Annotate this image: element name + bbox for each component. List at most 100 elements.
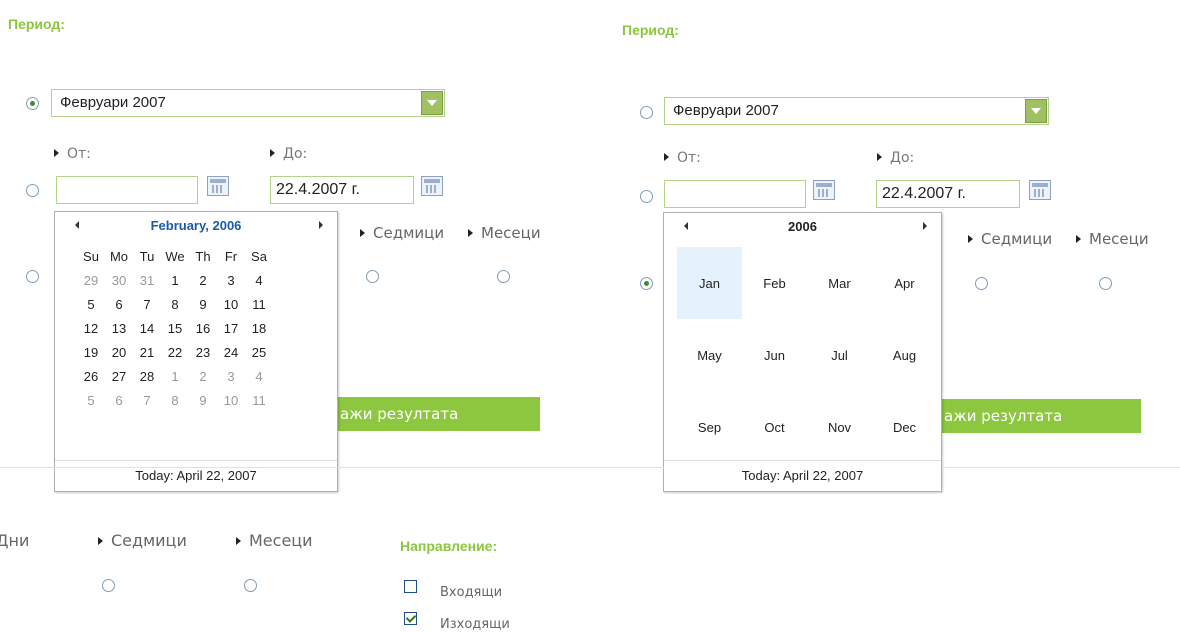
- period-range-radio[interactable]: [26, 184, 39, 197]
- period-range-radio[interactable]: [640, 190, 653, 203]
- divider: [0, 467, 664, 468]
- calendar-day[interactable]: 22: [161, 340, 189, 364]
- calendar-day[interactable]: 9: [189, 388, 217, 412]
- to-date-input[interactable]: 22.4.2007 г.: [876, 180, 1020, 208]
- calendar-day[interactable]: 31: [133, 268, 161, 292]
- calendar-day[interactable]: 16: [189, 316, 217, 340]
- group-days-radio[interactable]: [640, 277, 653, 290]
- chevron-down-icon[interactable]: [421, 91, 443, 115]
- period-month-select[interactable]: Февруари 2007: [51, 89, 445, 117]
- calendar-day[interactable]: 2: [189, 268, 217, 292]
- calendar-icon[interactable]: [813, 180, 835, 200]
- calendar-day[interactable]: 6: [105, 388, 133, 412]
- show-results-button[interactable]: ажи резултата: [938, 399, 1141, 433]
- to-date-input[interactable]: 22.4.2007 г.: [270, 176, 414, 204]
- to-label: До:: [877, 150, 914, 166]
- calendar-day[interactable]: 2: [189, 364, 217, 388]
- bullet-arrow-icon: [270, 149, 275, 157]
- calendar-day[interactable]: 9: [189, 292, 217, 316]
- month-picker-popup: 2006 Jan Feb Mar Apr May Jun Jul Aug Sep Oct Nov De…: [663, 212, 942, 492]
- incoming-checkbox[interactable]: [404, 580, 417, 593]
- calendar-day[interactable]: 7: [133, 292, 161, 316]
- calendar-icon[interactable]: [1029, 180, 1051, 200]
- calendar-day[interactable]: 5: [77, 388, 105, 412]
- calendar-month[interactable]: Feb: [742, 247, 807, 319]
- period-month-radio[interactable]: [26, 97, 39, 110]
- calendar-title[interactable]: February, 2006: [55, 218, 337, 233]
- calendar-month[interactable]: May: [677, 319, 742, 391]
- calendar-day[interactable]: 12: [77, 316, 105, 340]
- calendar-icon[interactable]: [207, 176, 229, 196]
- today-link[interactable]: Today: April 22, 2007: [55, 460, 337, 491]
- calendar-day[interactable]: 10: [217, 292, 245, 316]
- calendar-day[interactable]: 23: [189, 340, 217, 364]
- period-month-radio[interactable]: [640, 106, 653, 119]
- calendar-day[interactable]: 3: [217, 364, 245, 388]
- calendar-icon[interactable]: [421, 176, 443, 196]
- calendar-day[interactable]: 11: [245, 292, 273, 316]
- calendar-day[interactable]: 26: [77, 364, 105, 388]
- calendar-month[interactable]: Oct: [742, 391, 807, 463]
- calendar-day[interactable]: 15: [161, 316, 189, 340]
- period-month-select-value: Февруари 2007: [673, 102, 779, 119]
- calendar-day[interactable]: 8: [161, 388, 189, 412]
- calendar-month[interactable]: Apr: [872, 247, 937, 319]
- calendar-month[interactable]: Jan: [677, 247, 742, 319]
- calendar-month[interactable]: Dec: [872, 391, 937, 463]
- group-months-radio[interactable]: [497, 270, 510, 283]
- calendar-month[interactable]: Aug: [872, 319, 937, 391]
- calendar-day[interactable]: 29: [77, 268, 105, 292]
- calendar-month[interactable]: Sep: [677, 391, 742, 463]
- calendar-day[interactable]: 7: [133, 388, 161, 412]
- calendar-day[interactable]: 14: [133, 316, 161, 340]
- from-date-input[interactable]: [664, 180, 806, 208]
- direction-title: Направление:: [400, 538, 498, 554]
- show-results-button[interactable]: ажи резултата: [334, 397, 540, 431]
- calendar-day[interactable]: 21: [133, 340, 161, 364]
- group-months-label: Месеци: [236, 531, 313, 550]
- bullet-arrow-icon: [968, 235, 973, 243]
- group-days-radio[interactable]: [26, 270, 39, 283]
- outgoing-checkbox[interactable]: [404, 612, 417, 625]
- calendar-day[interactable]: 20: [105, 340, 133, 364]
- calendar-day[interactable]: 19: [77, 340, 105, 364]
- calendar-month[interactable]: Mar: [807, 247, 872, 319]
- calendar-day[interactable]: 18: [245, 316, 273, 340]
- calendar-day[interactable]: 10: [217, 388, 245, 412]
- next-month-icon[interactable]: [319, 221, 323, 229]
- next-year-icon[interactable]: [923, 222, 927, 230]
- calendar-day[interactable]: 3: [217, 268, 245, 292]
- calendar-month[interactable]: Jun: [742, 319, 807, 391]
- calendar-day[interactable]: 4: [245, 364, 273, 388]
- from-date-input[interactable]: [56, 176, 198, 204]
- calendar-day[interactable]: 13: [105, 316, 133, 340]
- calendar-month[interactable]: Nov: [807, 391, 872, 463]
- calendar-day[interactable]: 5: [77, 292, 105, 316]
- calendar-day[interactable]: 6: [105, 292, 133, 316]
- calendar-day[interactable]: 24: [217, 340, 245, 364]
- group-weeks-radio[interactable]: [102, 579, 115, 592]
- calendar-day[interactable]: 8: [161, 292, 189, 316]
- calendar-day[interactable]: 1: [161, 268, 189, 292]
- calendar-title[interactable]: 2006: [664, 219, 941, 234]
- calendar-day[interactable]: 11: [245, 388, 273, 412]
- calendar-day[interactable]: 28: [133, 364, 161, 388]
- chevron-down-icon[interactable]: [1025, 99, 1047, 123]
- calendar-day[interactable]: 30: [105, 268, 133, 292]
- group-months-radio[interactable]: [1099, 277, 1112, 290]
- calendar-day[interactable]: 1: [161, 364, 189, 388]
- group-months-radio[interactable]: [244, 579, 257, 592]
- calendar-day[interactable]: 25: [245, 340, 273, 364]
- calendar-month-grid: Jan Feb Mar Apr May Jun Jul Aug Sep Oct Nov Dec: [677, 247, 937, 463]
- calendar-month[interactable]: Jul: [807, 319, 872, 391]
- today-link[interactable]: Today: April 22, 2007: [664, 460, 941, 491]
- calendar-week-row: 26 27 28 1 2 3 4: [77, 364, 273, 388]
- calendar-day[interactable]: 17: [217, 316, 245, 340]
- group-months-label: Месеци: [468, 224, 541, 242]
- group-weeks-radio[interactable]: [366, 270, 379, 283]
- period-month-select[interactable]: Февруари 2007: [664, 97, 1049, 125]
- from-label: От:: [54, 146, 91, 162]
- calendar-day[interactable]: 4: [245, 268, 273, 292]
- group-weeks-radio[interactable]: [975, 277, 988, 290]
- calendar-day[interactable]: 27: [105, 364, 133, 388]
